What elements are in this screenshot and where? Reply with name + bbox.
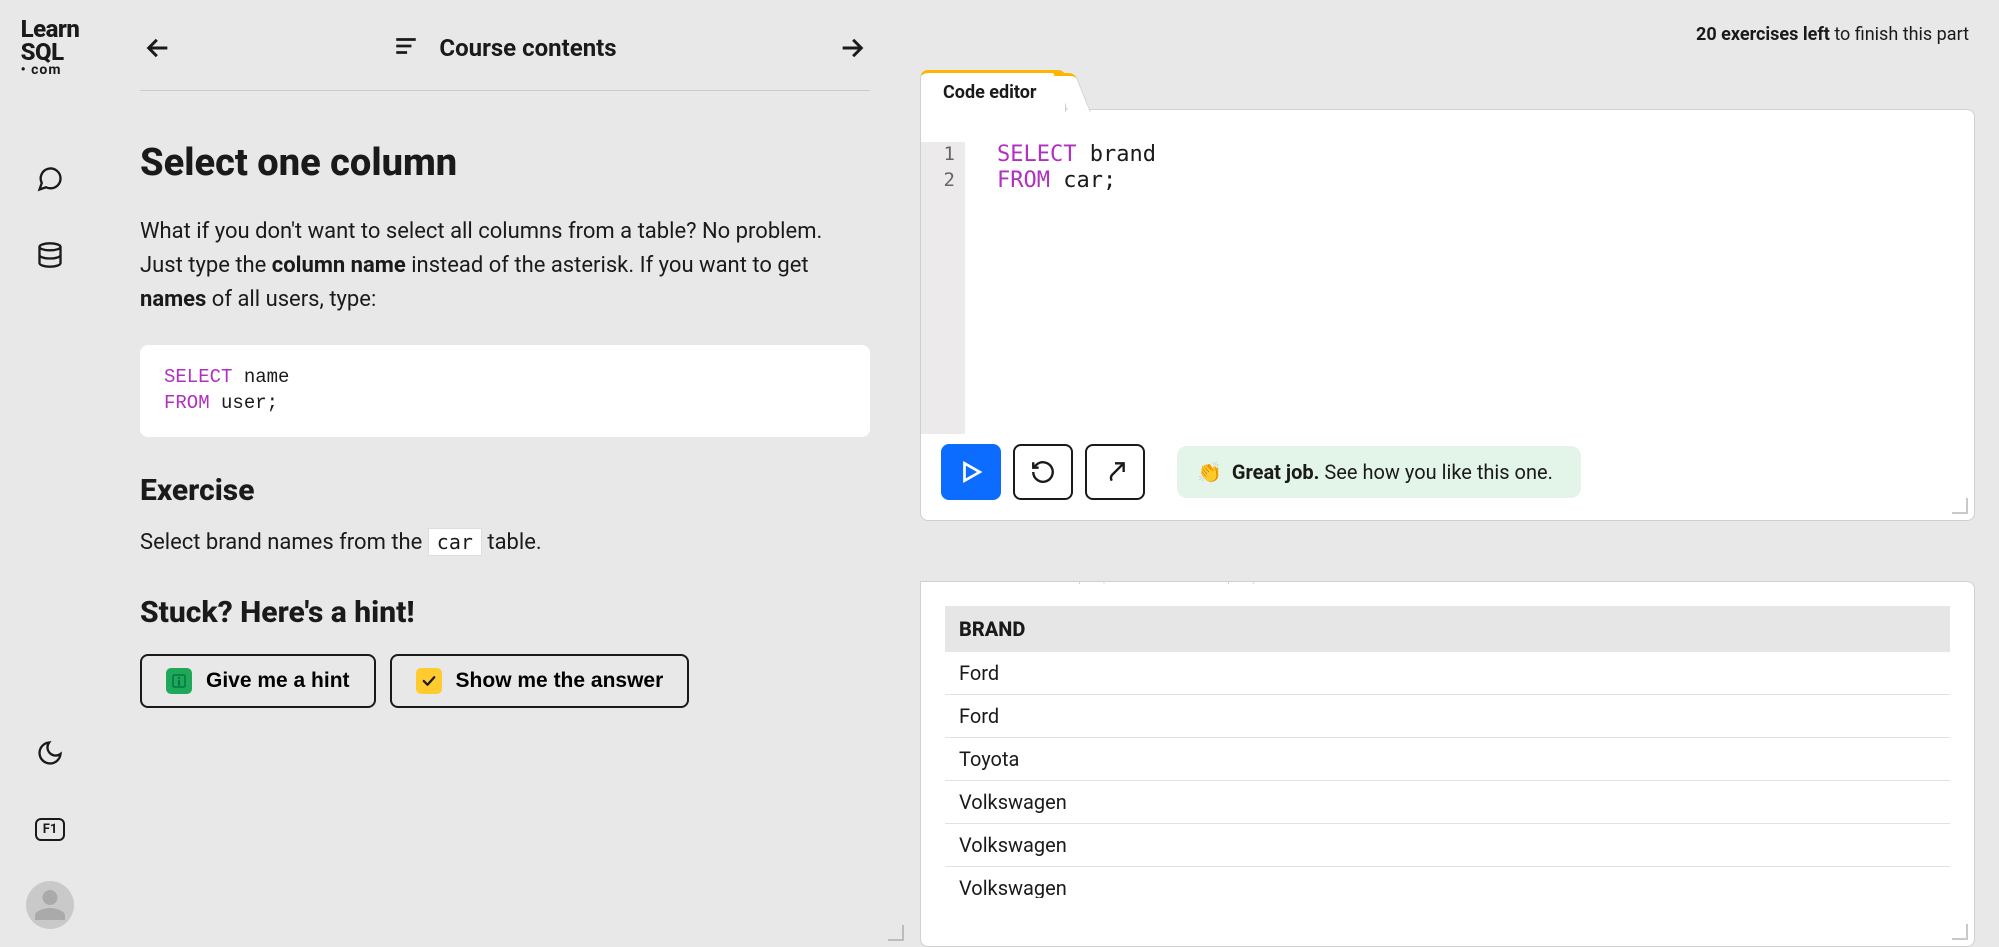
table-cell: Volkswagen bbox=[945, 867, 1950, 899]
gutter-1: 1 bbox=[931, 142, 955, 168]
answer-button-label: Show me the answer bbox=[456, 669, 664, 693]
results-table: BRAND FordFordToyotaVolkswagenVolkswagen… bbox=[945, 606, 1950, 898]
answer-button[interactable]: Show me the answer bbox=[390, 654, 690, 708]
page-title: Select one column bbox=[140, 141, 870, 185]
code-id-car: car bbox=[1050, 168, 1103, 193]
exercise-text-2: table. bbox=[482, 530, 542, 555]
logo-line3: • com bbox=[21, 64, 80, 77]
gutter-2: 2 bbox=[931, 168, 955, 194]
tab-database[interactable]: Database bbox=[1101, 581, 1229, 584]
keyboard-label: F1 bbox=[35, 818, 66, 841]
exercise-code: car bbox=[428, 528, 482, 556]
logo-line2: SQL bbox=[21, 41, 80, 64]
resize-handle[interactable] bbox=[1950, 922, 1968, 940]
intro-bold-2: names bbox=[140, 287, 206, 312]
hint-row: Give me a hint Show me the answer bbox=[140, 654, 870, 708]
logo[interactable]: Learn SQL • com bbox=[21, 18, 80, 77]
id-user: user bbox=[210, 392, 267, 414]
exercise-text-1: Select brand names from the bbox=[140, 530, 428, 555]
hint-button-label: Give me a hint bbox=[206, 669, 350, 693]
table-cell: Toyota bbox=[945, 738, 1950, 781]
keyboard-shortcut-button[interactable]: F1 bbox=[26, 805, 74, 853]
table-row: Volkswagen bbox=[945, 867, 1950, 899]
code-editor[interactable]: 1 2 SELECT brand FROM car; bbox=[921, 110, 1974, 444]
progress-text: 20 exercises left to finish this part bbox=[920, 24, 1975, 49]
menu-icon bbox=[393, 33, 419, 63]
intro-bold-1: column name bbox=[272, 253, 406, 278]
info-icon bbox=[166, 668, 192, 694]
code-kw-select: SELECT bbox=[997, 142, 1076, 167]
course-contents-label: Course contents bbox=[439, 34, 616, 62]
table-cell: Volkswagen bbox=[945, 781, 1950, 824]
feedback-bold: Great job. bbox=[1232, 460, 1320, 484]
line-gutter: 1 2 bbox=[921, 142, 965, 434]
table-row: Ford bbox=[945, 695, 1950, 738]
course-contents-button[interactable]: Course contents bbox=[393, 33, 616, 63]
resize-handle[interactable] bbox=[886, 923, 904, 941]
exercise-heading: Exercise bbox=[140, 473, 870, 508]
lesson-panel: Course contents Select one column What i… bbox=[100, 0, 910, 947]
example-code-block: SELECT name FROM user; bbox=[140, 345, 870, 436]
next-arrow[interactable] bbox=[834, 30, 870, 66]
exercise-text: Select brand names from the car table. bbox=[140, 530, 870, 555]
tab-code-editor-label: Code editor bbox=[943, 82, 1037, 103]
feedback-message: 👏 Great job. See how you like this one. bbox=[1177, 446, 1581, 498]
table-row: Toyota bbox=[945, 738, 1950, 781]
tab-code-editor[interactable]: Code editor bbox=[920, 70, 1066, 112]
intro-text-3: of all users, type: bbox=[206, 287, 376, 312]
results-body: BRAND FordFordToyotaVolkswagenVolkswagen… bbox=[921, 582, 1974, 898]
feedback-rest: See how you like this one. bbox=[1319, 460, 1552, 484]
lesson-intro: What if you don't want to select all col… bbox=[140, 215, 870, 317]
hint-heading: Stuck? Here's a hint! bbox=[140, 595, 870, 630]
table-row: Volkswagen bbox=[945, 781, 1950, 824]
id-name: name bbox=[232, 366, 289, 388]
resize-handle[interactable] bbox=[1950, 496, 1968, 514]
hint-button[interactable]: Give me a hint bbox=[140, 654, 376, 708]
code-semi: ; bbox=[1103, 168, 1116, 193]
results-panel: Query results Database BRAND FordFordToy… bbox=[920, 581, 1975, 947]
chat-icon[interactable] bbox=[26, 155, 74, 203]
table-row: Volkswagen bbox=[945, 824, 1950, 867]
run-button[interactable] bbox=[941, 444, 1001, 500]
table-row: Ford bbox=[945, 652, 1950, 695]
code-kw-from: FROM bbox=[997, 168, 1050, 193]
code-area[interactable]: SELECT brand FROM car; bbox=[965, 142, 1974, 434]
kw-from: FROM bbox=[164, 392, 210, 414]
table-cell: Volkswagen bbox=[945, 824, 1950, 867]
right-panel: 20 exercises left to finish this part Co… bbox=[910, 0, 1999, 947]
database-icon[interactable] bbox=[26, 231, 74, 279]
table-cell: Ford bbox=[945, 695, 1950, 738]
tab-query-results[interactable]: Query results bbox=[920, 581, 1080, 584]
progress-rest: to finish this part bbox=[1830, 24, 1969, 45]
editor-toolbar: 👏 Great job. See how you like this one. bbox=[921, 444, 1974, 520]
sidebar: Learn SQL • com F1 bbox=[0, 0, 100, 947]
clap-icon: 👏 bbox=[1197, 460, 1222, 484]
column-header-brand: BRAND bbox=[945, 606, 1950, 652]
moon-icon[interactable] bbox=[26, 729, 74, 777]
avatar[interactable] bbox=[26, 881, 74, 929]
check-icon bbox=[416, 668, 442, 694]
intro-text-2: instead of the asterisk. If you want to … bbox=[406, 253, 809, 278]
forward-button[interactable] bbox=[1085, 444, 1145, 500]
kw-select: SELECT bbox=[164, 366, 232, 388]
semi: ; bbox=[267, 392, 278, 414]
prev-arrow[interactable] bbox=[140, 30, 176, 66]
lesson-nav: Course contents bbox=[140, 30, 870, 91]
code-id-brand: brand bbox=[1076, 142, 1155, 167]
progress-count: 20 exercises left bbox=[1696, 24, 1830, 45]
reset-button[interactable] bbox=[1013, 444, 1073, 500]
code-editor-panel: Code editor 1 2 SELECT brand FROM car; bbox=[920, 109, 1975, 521]
table-cell: Ford bbox=[945, 652, 1950, 695]
